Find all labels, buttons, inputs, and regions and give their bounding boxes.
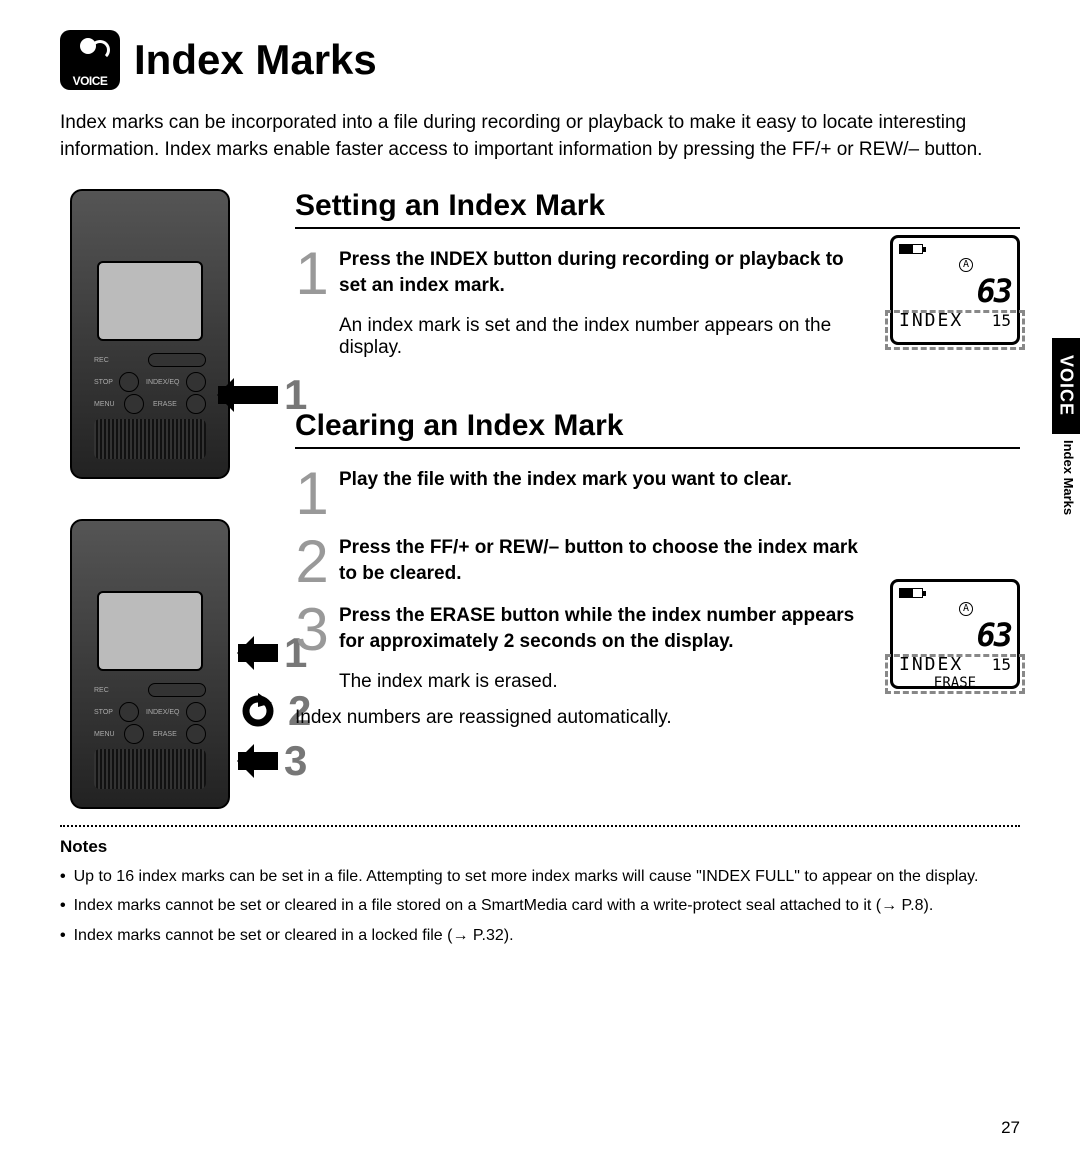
note-item: Index marks cannot be set or cleared in … <box>60 894 1020 917</box>
section2-tail: Index numbers are reassigned automatical… <box>295 707 1020 729</box>
intro-paragraph: Index marks can be incorporated into a f… <box>60 110 1020 163</box>
device-illustrations: REC STOPINDEX/EQ MENUERASE 1 REC STOPIND… <box>60 189 275 809</box>
device-illustration-2: REC STOPINDEX/EQ MENUERASE <box>70 519 230 809</box>
step-bold-text: Press the INDEX button during recording … <box>339 249 844 296</box>
rotate-icon <box>238 693 282 729</box>
section1-title: Setting an Index Mark <box>295 189 1020 229</box>
lcd-display-2: A 63 INDEX 15 ERASE <box>890 579 1020 689</box>
battery-icon <box>899 588 923 598</box>
page-header: VOICE Index Marks <box>60 30 1020 90</box>
voice-icon-label: VOICE <box>60 74 120 88</box>
lcd2-small: 15 <box>992 655 1011 674</box>
note-item: Up to 16 index marks can be set in a fil… <box>60 865 1020 888</box>
content-column: Setting an Index Mark 1 Press the INDEX … <box>295 189 1020 809</box>
note-item: Index marks cannot be set or cleared in … <box>60 924 1020 947</box>
lcd1-folder: A <box>959 258 973 272</box>
lcd1-small: 15 <box>992 311 1011 330</box>
notes-heading: Notes <box>60 837 1020 857</box>
section1-step: 1 Press the INDEX button during recordin… <box>295 247 870 301</box>
notes-separator <box>60 825 1020 827</box>
side-tab: VOICE <box>1052 338 1080 434</box>
notes-list: Up to 16 index marks can be set in a fil… <box>60 865 1020 947</box>
lcd-display-1: A 63 INDEX 15 <box>890 235 1020 345</box>
page-title: Index Marks <box>134 36 377 84</box>
section2-step3-note: The index mark is erased. <box>339 671 870 693</box>
callout-arrow-1: 1 <box>218 371 307 419</box>
section2-step-1: 1 Play the file with the index mark you … <box>295 467 870 521</box>
voice-icon: VOICE <box>60 30 120 90</box>
section2-step-3: 3 Press the ERASE button while the index… <box>295 603 870 657</box>
section2-step-2: 2 Press the FF/+ or REW/– button to choo… <box>295 535 870 589</box>
side-tab-subtitle: Index Marks <box>1061 440 1076 515</box>
device-illustration-1: REC STOPINDEX/EQ MENUERASE <box>70 189 230 479</box>
step-number: 1 <box>295 247 329 301</box>
lcd2-word: INDEX <box>899 654 963 675</box>
lcd1-big: 63 <box>899 272 1011 310</box>
lcd2-big: 63 <box>899 616 1011 654</box>
manual-page: VOICE Index Marks Index marks can be inc… <box>0 0 1080 973</box>
lcd2-folder: A <box>959 602 973 616</box>
section2-title: Clearing an Index Mark <box>295 409 1020 449</box>
page-number: 27 <box>1001 1118 1020 1138</box>
battery-icon <box>899 244 923 254</box>
section1-note: An index mark is set and the index numbe… <box>339 315 870 359</box>
lcd2-sub: ERASE <box>899 675 1011 691</box>
lcd1-word: INDEX <box>899 310 963 331</box>
